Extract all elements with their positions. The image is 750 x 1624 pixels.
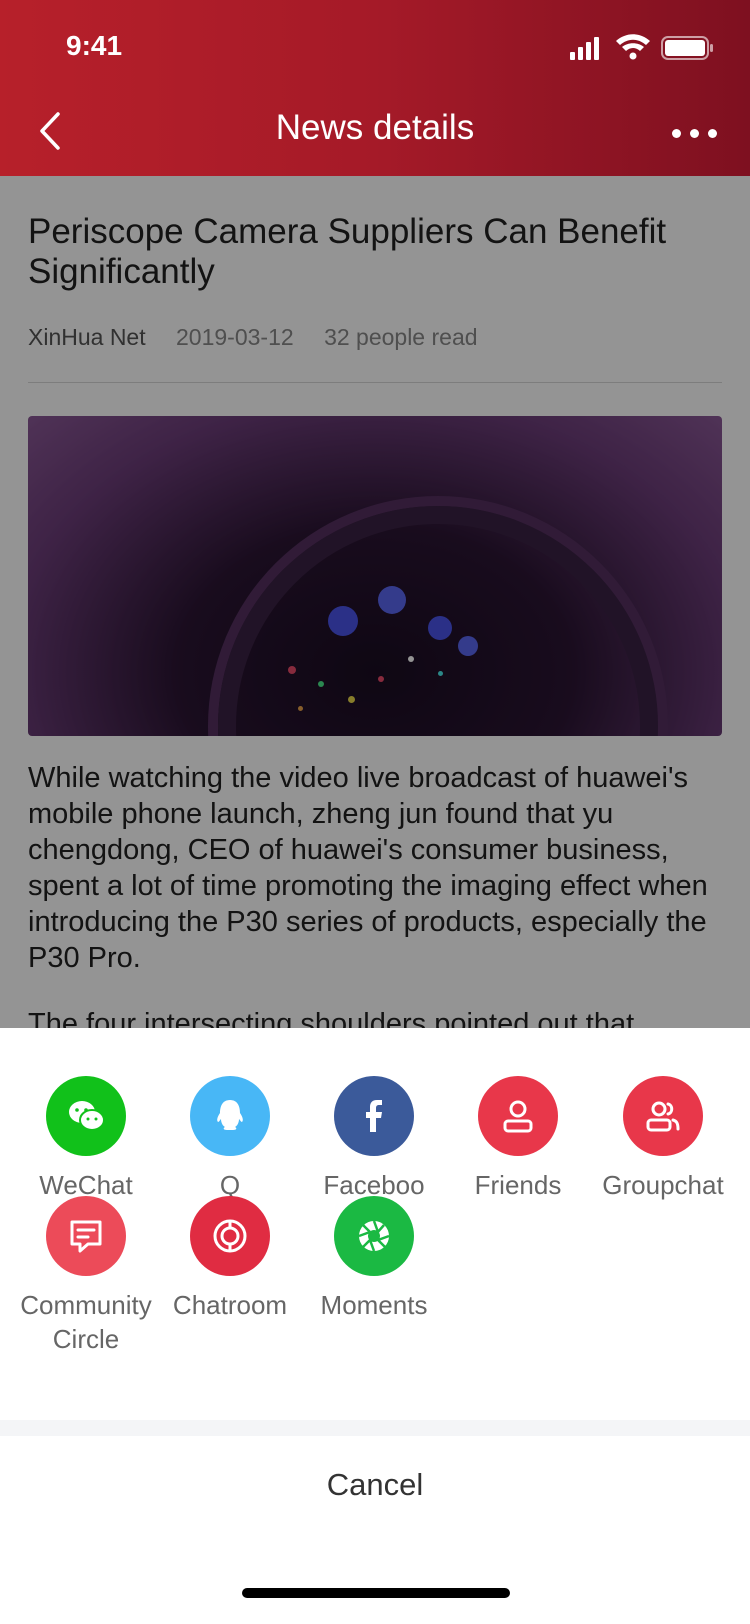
group-glyph-icon xyxy=(646,1101,680,1132)
share-wechat[interactable]: WeChat xyxy=(14,1028,158,1202)
facebook-icon xyxy=(334,1076,414,1156)
message-glyph-icon xyxy=(70,1220,102,1253)
more-dot-icon xyxy=(672,129,681,138)
person-icon xyxy=(478,1076,558,1156)
modal-overlay[interactable] xyxy=(0,176,750,1028)
chatroom-glyph-icon xyxy=(213,1219,247,1253)
aperture-icon xyxy=(334,1196,414,1276)
qq-glyph-icon xyxy=(217,1100,243,1130)
share-chatroom[interactable]: Chatroom xyxy=(158,1196,302,1322)
message-icon xyxy=(46,1196,126,1276)
share-sheet: WeChat QQ Facebook xyxy=(0,1028,750,1624)
share-moments[interactable]: Moments xyxy=(302,1196,446,1322)
home-indicator xyxy=(242,1588,510,1598)
page-title: News details xyxy=(275,108,475,147)
share-label: Moments xyxy=(320,1290,428,1320)
more-button[interactable] xyxy=(664,112,724,152)
status-bar: 9:41 xyxy=(0,0,750,88)
more-dot-icon xyxy=(708,129,717,138)
share-label: Community Circle xyxy=(20,1290,152,1354)
header: 9:41 News details xyxy=(0,0,750,176)
status-time: 9:41 xyxy=(66,30,123,61)
signal-wifi-battery-icon xyxy=(570,34,713,60)
chatroom-icon xyxy=(190,1196,270,1276)
share-friends[interactable]: Friends xyxy=(446,1028,590,1202)
share-label: Friends xyxy=(474,1170,562,1200)
person-glyph-icon xyxy=(503,1100,533,1133)
facebook-glyph-icon xyxy=(366,1100,382,1132)
wechat-glyph-icon xyxy=(69,1101,105,1131)
group-icon xyxy=(623,1076,703,1156)
aperture-glyph-icon xyxy=(358,1220,390,1252)
share-community-circle[interactable]: Community Circle xyxy=(14,1196,158,1356)
cancel-button[interactable]: Cancel xyxy=(325,1468,425,1502)
share-label: Chatroom xyxy=(172,1290,288,1320)
sheet-separator xyxy=(0,1420,750,1436)
wechat-icon xyxy=(46,1076,126,1156)
nav-bar: News details xyxy=(0,88,750,176)
qq-icon xyxy=(190,1076,270,1156)
more-dot-icon xyxy=(690,129,699,138)
share-groupchat[interactable]: Groupchat xyxy=(590,1028,736,1202)
share-grid: WeChat QQ Facebook xyxy=(0,1028,750,1420)
share-label: Groupchat xyxy=(602,1170,724,1200)
status-icons xyxy=(570,32,720,62)
